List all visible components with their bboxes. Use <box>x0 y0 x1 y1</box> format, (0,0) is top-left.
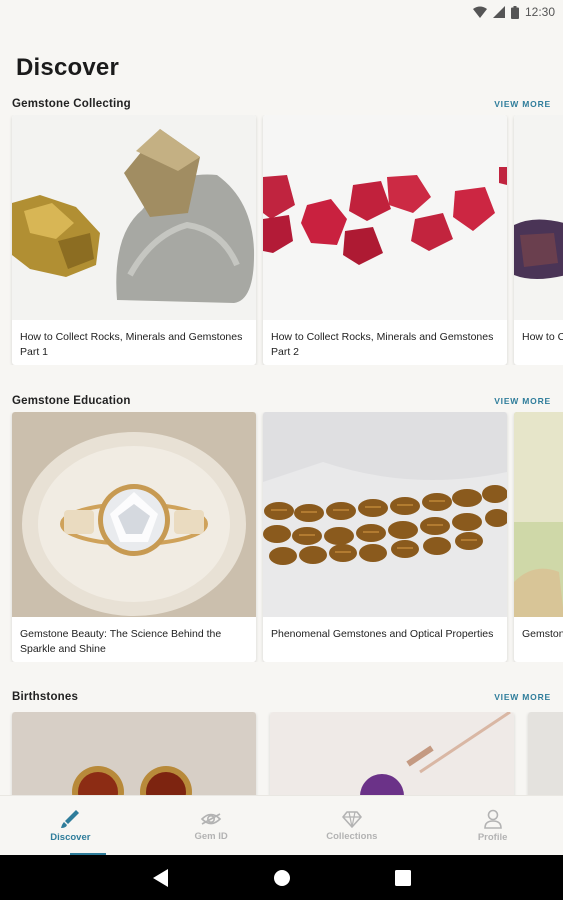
section-gemstone-collecting: Gemstone Collecting VIEW MORE How to Col… <box>0 95 563 375</box>
nav-discover[interactable]: Discover <box>0 796 141 855</box>
signal-icon <box>492 6 505 18</box>
view-more-link[interactable]: VIEW MORE <box>494 99 551 109</box>
article-card[interactable]: How to Collect Rocks, Minerals and Gemst… <box>12 115 256 365</box>
gem-eye-icon <box>200 812 222 825</box>
card-image-ring <box>12 412 256 617</box>
card-title: How to Collect Rocks, Minerals and Gemst… <box>271 331 494 358</box>
article-card[interactable]: Gemstone Beauty: The Science Behind the … <box>12 412 256 662</box>
nav-label: Collections <box>326 830 378 842</box>
back-button[interactable] <box>141 858 181 898</box>
section-title: Gemstone Education <box>12 395 131 407</box>
nav-gem-id[interactable]: Gem ID <box>141 796 282 855</box>
bottom-navigation: Discover Gem ID Collections Profile <box>0 795 563 855</box>
page-title: Discover <box>16 54 119 81</box>
article-card[interactable]: How to Collect Rocks, Minerals and Gemst… <box>263 115 507 365</box>
nav-profile[interactable]: Profile <box>422 796 563 855</box>
article-card[interactable]: Phenomenal Gemstones and Optical Propert… <box>263 412 507 662</box>
battery-icon <box>510 5 519 19</box>
system-navigation-bar <box>0 855 563 900</box>
status-bar: 12:30 <box>0 0 563 24</box>
pen-brush-icon <box>61 809 80 828</box>
card-image <box>528 712 563 796</box>
card-title: How to Collect Rocks, Minerals and Gemst… <box>20 331 243 358</box>
nav-collections[interactable]: Collections <box>282 796 423 855</box>
article-card[interactable] <box>270 712 514 796</box>
nav-label: Gem ID <box>194 830 228 842</box>
card-title: Gemstones <box>522 628 563 640</box>
nav-label: Discover <box>50 831 91 843</box>
card-carousel[interactable]: How to Collect Rocks, Minerals and Gemst… <box>0 115 563 365</box>
card-title: Gemstone Beauty: The Science Behind the … <box>20 628 222 655</box>
nav-label: Profile <box>477 831 508 843</box>
diamond-icon <box>342 810 362 828</box>
section-title: Birthstones <box>12 691 79 703</box>
card-title: Phenomenal Gemstones and Optical Propert… <box>271 628 494 640</box>
card-title: How to Collect Rocks, Minerals and Gemst… <box>522 331 563 343</box>
card-carousel[interactable] <box>0 712 563 796</box>
card-image-mineral <box>514 115 563 320</box>
section-title: Gemstone Collecting <box>12 98 131 110</box>
article-card[interactable]: How to Collect Rocks, Minerals and Gemst… <box>514 115 563 365</box>
card-image-rough-stone <box>514 412 563 617</box>
card-image-pyrite <box>12 115 256 320</box>
card-carousel[interactable]: Gemstone Beauty: The Science Behind the … <box>0 412 563 662</box>
card-image-spinel <box>263 115 507 320</box>
section-birthstones: Birthstones VIEW MORE <box>0 688 563 796</box>
card-image-amethyst-pendant <box>270 712 514 796</box>
recents-button[interactable] <box>383 858 423 898</box>
view-more-link[interactable]: VIEW MORE <box>494 396 551 406</box>
section-gemstone-education: Gemstone Education VIEW MORE Gemstone Be… <box>0 392 563 672</box>
home-button[interactable] <box>262 858 302 898</box>
section-header: Gemstone Education VIEW MORE <box>12 392 551 410</box>
article-card[interactable] <box>12 712 256 796</box>
back-triangle-icon <box>152 868 168 887</box>
article-card[interactable]: Gemstones <box>514 412 563 662</box>
section-header: Gemstone Collecting VIEW MORE <box>12 95 551 113</box>
view-more-link[interactable]: VIEW MORE <box>494 692 551 702</box>
status-time: 12:30 <box>524 5 555 19</box>
card-image-garnet-earrings <box>12 712 256 796</box>
home-circle-icon <box>273 869 290 886</box>
article-card[interactable] <box>528 712 563 796</box>
wifi-icon <box>472 6 487 18</box>
card-image-tigers-eye <box>263 412 507 617</box>
person-icon <box>483 809 502 829</box>
section-header: Birthstones VIEW MORE <box>12 688 551 706</box>
recents-square-icon <box>394 869 411 886</box>
